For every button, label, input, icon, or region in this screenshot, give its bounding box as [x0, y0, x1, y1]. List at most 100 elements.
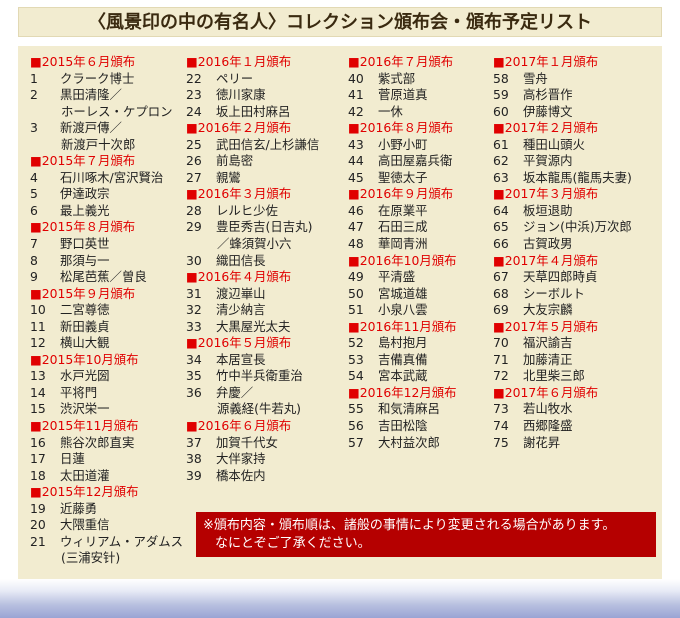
- month-header: ■2017年２月頒布: [493, 120, 599, 136]
- person-name: 豊臣秀吉(日吉丸): [216, 219, 313, 235]
- person-name: 親鸞: [216, 169, 241, 185]
- person-name: シーボルト: [523, 285, 585, 301]
- list-item: 66 古賀政男: [493, 236, 661, 253]
- list-item: 35 竹中半兵衛重治: [186, 368, 351, 385]
- person-name: 伊達政宗: [60, 186, 110, 202]
- person-name: 野口英世: [60, 236, 110, 252]
- list-item: 42 一休: [348, 104, 496, 121]
- person-name: 小泉八雲: [378, 302, 428, 318]
- list-item: 74 西郷隆盛: [493, 418, 661, 435]
- person-name: 吉備真備: [378, 351, 428, 367]
- month-header: ■2016年２月頒布: [186, 120, 292, 136]
- item-number: 51: [348, 302, 364, 318]
- person-name: 北里柴三郎: [523, 368, 585, 384]
- person-name: 紫式部: [378, 70, 416, 86]
- list-item: 45 聖徳太子: [348, 170, 496, 187]
- person-name: 大村益次郎: [378, 434, 440, 450]
- list-column-4: ■2017年１月頒布 58 雪舟 59 高杉晋作 60 伊藤博文 ■2017年２月頒布 61 種田…: [493, 54, 661, 451]
- month-header: ■2016年８月頒布: [348, 120, 454, 136]
- item-number: 38: [186, 451, 202, 467]
- item-number: 22: [186, 70, 202, 86]
- item-number: 53: [348, 351, 364, 367]
- item-number: 47: [348, 219, 364, 235]
- item-number: 36: [186, 384, 202, 400]
- list-item: 10 二宮尊徳: [30, 302, 190, 319]
- person-name: 武田信玄/上杉謙信: [216, 136, 320, 152]
- item-number: 19: [30, 500, 46, 516]
- person-name: 弁慶／: [216, 384, 254, 400]
- person-name: 宮城道雄: [378, 285, 428, 301]
- list-item: 30 織田信長: [186, 253, 351, 270]
- list-item: 59 高杉晋作: [493, 87, 661, 104]
- person-name: 一休: [378, 103, 403, 119]
- list-item: 6 最上義光: [30, 203, 190, 220]
- item-number: 24: [186, 103, 202, 119]
- item-number: 55: [348, 401, 364, 417]
- list-item: 61 種田山頭火: [493, 137, 661, 154]
- item-number: 7: [30, 236, 38, 252]
- list-item: 1 クラーク博士: [30, 71, 190, 88]
- person-name: 松尾芭蕉／曽良: [60, 269, 147, 285]
- item-number: 64: [493, 202, 509, 218]
- item-number: 20: [30, 517, 46, 533]
- list-item: 58 雪舟: [493, 71, 661, 88]
- list-item: 24 坂上田村麻呂: [186, 104, 351, 121]
- person-name: 徳川家康: [216, 87, 266, 103]
- list-item: 25 武田信玄/上杉謙信: [186, 137, 351, 154]
- list-item: 13 水戸光圀: [30, 368, 190, 385]
- month-header: ■2017年５月頒布: [493, 318, 599, 334]
- list-item: 22 ペリー: [186, 71, 351, 88]
- person-name: ホーレス・ケプロン: [61, 103, 173, 119]
- item-number: 29: [186, 219, 202, 235]
- person-name: 小野小町: [378, 136, 428, 152]
- person-name: 最上義光: [60, 202, 110, 218]
- list-item: 26 前島密: [186, 153, 351, 170]
- item-number: 44: [348, 153, 364, 169]
- list-item: 40 紫式部: [348, 71, 496, 88]
- list-column-1: ■2015年６月頒布 1 クラーク博士 2 黒田清隆／ ホーレス・ケプロン 3 新渡戸傳／ 新渡…: [30, 54, 190, 567]
- item-number: 50: [348, 285, 364, 301]
- person-name: 高杉晋作: [523, 87, 573, 103]
- list-item: 29 豊臣秀吉(日吉丸): [186, 219, 351, 236]
- month-header: ■2015年７月頒布: [30, 153, 136, 169]
- item-number: 33: [186, 318, 202, 334]
- person-name: 島村抱月: [378, 335, 428, 351]
- person-name: 加賀千代女: [216, 434, 278, 450]
- item-number: 57: [348, 434, 364, 450]
- person-name: 華岡青洲: [378, 236, 428, 252]
- person-name: 在原業平: [378, 202, 428, 218]
- item-number: 32: [186, 302, 202, 318]
- person-name: 吉田松陰: [378, 418, 428, 434]
- item-number: 71: [493, 351, 509, 367]
- list-item: 16 熊谷次郎直実: [30, 435, 190, 452]
- item-number: 65: [493, 219, 509, 235]
- item-number: 8: [30, 252, 38, 268]
- item-number: 25: [186, 136, 202, 152]
- list-item: 68 シーボルト: [493, 286, 661, 303]
- person-name: 竹中半兵衛重治: [216, 368, 303, 384]
- month-header: ■2015年８月頒布: [30, 219, 136, 235]
- item-number: 9: [30, 269, 38, 285]
- person-name: 渡辺崋山: [216, 285, 266, 301]
- item-number: 70: [493, 335, 509, 351]
- month-header: ■2015年11月頒布: [30, 418, 139, 434]
- person-name: 加藤清正: [523, 351, 573, 367]
- person-name: 古賀政男: [523, 236, 573, 252]
- person-name: 石川啄木/宮沢賢治: [60, 169, 164, 185]
- person-name: 菅原道真: [378, 87, 428, 103]
- month-header: ■2017年４月頒布: [493, 252, 599, 268]
- person-name: 本居宣長: [216, 351, 266, 367]
- item-number: 34: [186, 351, 202, 367]
- person-name: 雪舟: [523, 70, 548, 86]
- list-item: 32 清少納言: [186, 302, 351, 319]
- item-number: 46: [348, 202, 364, 218]
- list-item: 2 黒田清隆／: [30, 87, 190, 104]
- month-header: ■2016年７月頒布: [348, 54, 454, 69]
- item-number: 61: [493, 136, 509, 152]
- list-item: 63 坂本龍馬(龍馬夫妻): [493, 170, 661, 187]
- item-number: 15: [30, 401, 46, 417]
- item-number: 73: [493, 401, 509, 417]
- item-number: 45: [348, 169, 364, 185]
- list-column-3: ■2016年７月頒布 40 紫式部 41 菅原道真 42 一休 ■2016年８月頒布 43 小野小…: [348, 54, 496, 451]
- item-number: 49: [348, 269, 364, 285]
